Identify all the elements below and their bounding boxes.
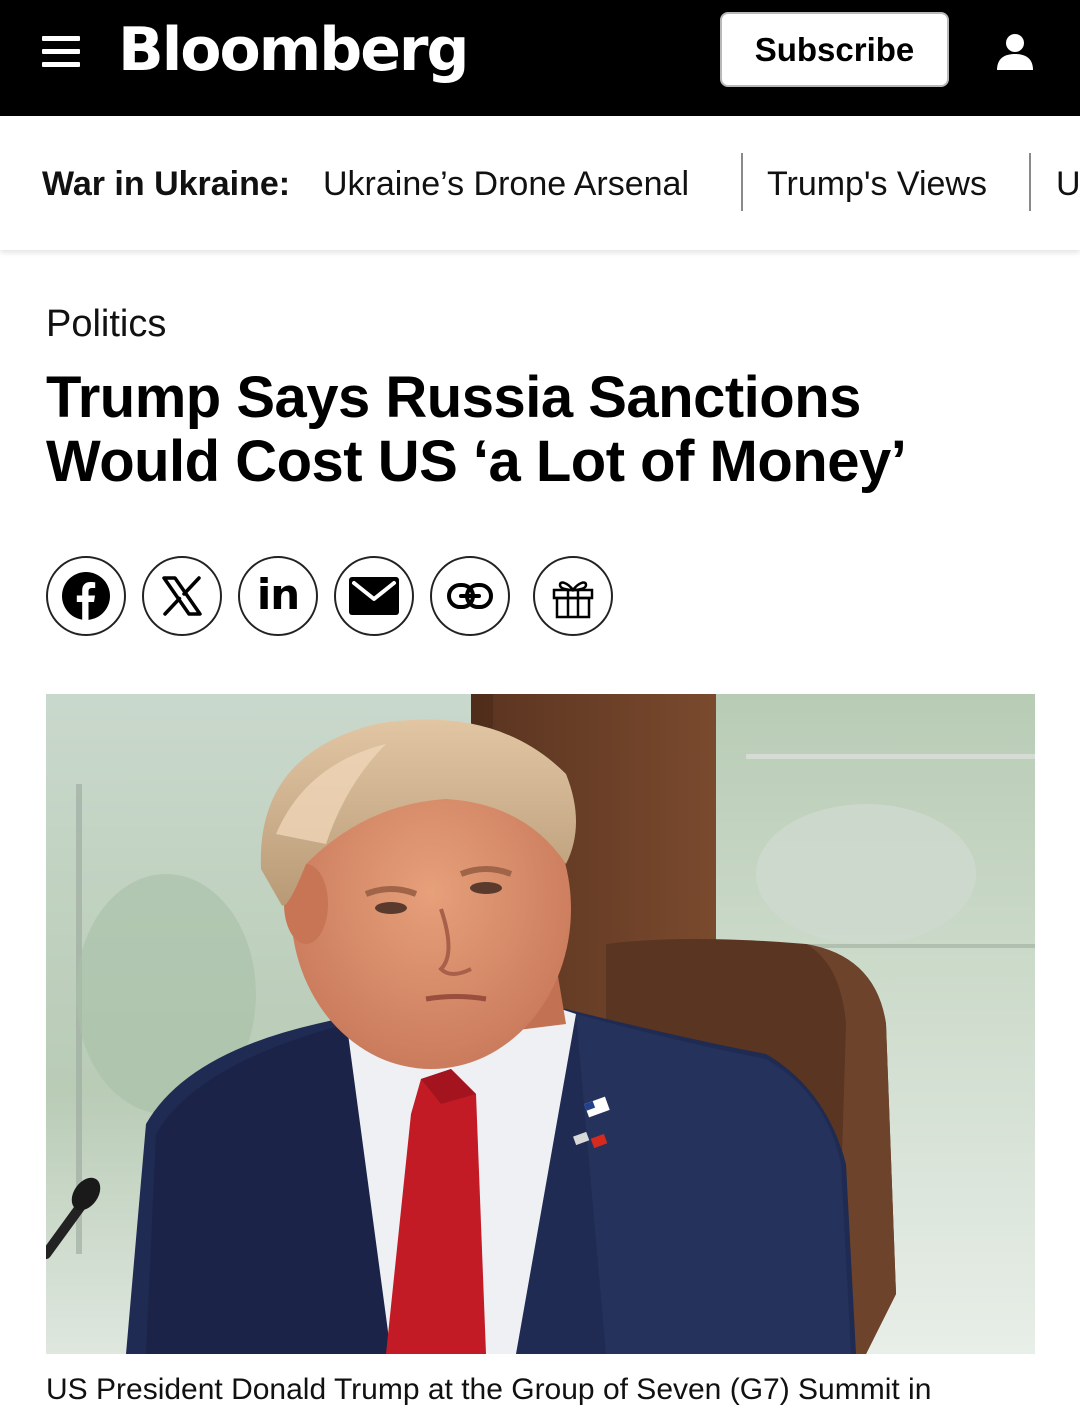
mail-icon: [349, 577, 399, 615]
link-icon: [447, 583, 493, 609]
section-label[interactable]: Politics: [46, 302, 166, 346]
user-icon[interactable]: [994, 30, 1036, 72]
topic-nav-strip: War in Ukraine: Ukraine’s Drone Arsenal …: [0, 116, 1080, 250]
topic-link-truncated[interactable]: U: [1056, 164, 1080, 204]
topic-link-drone-arsenal[interactable]: Ukraine’s Drone Arsenal: [323, 164, 689, 204]
hamburger-menu-icon[interactable]: [42, 34, 80, 68]
bloomberg-logo[interactable]: Bloomberg: [118, 14, 469, 86]
topic-link-trumps-views[interactable]: Trump's Views: [767, 164, 987, 204]
article-photo: [46, 694, 1035, 1354]
topic-lead-label: War in Ukraine:: [42, 165, 291, 203]
share-gift-button[interactable]: [533, 556, 613, 636]
headline-line-1: Trump Says Russia Sanctions: [46, 365, 861, 430]
x-icon: [162, 576, 202, 616]
article-headline: Trump Says Russia Sanctions Would Cost U…: [46, 366, 1046, 494]
topic-divider: [741, 153, 743, 211]
caption-line-1: US President Donald Trump at the Group o…: [46, 1373, 932, 1406]
share-linkedin-button[interactable]: in: [238, 556, 318, 636]
top-nav-bar: Bloomberg Subscribe: [0, 0, 1080, 116]
linkedin-icon: in: [256, 569, 300, 619]
share-x-button[interactable]: [142, 556, 222, 636]
share-email-button[interactable]: [334, 556, 414, 636]
share-copy-link-button[interactable]: [430, 556, 510, 636]
gift-icon: [552, 581, 594, 619]
topic-divider: [1029, 153, 1031, 211]
headline-line-2: Would Cost US ‘a Lot of Money’: [46, 429, 907, 494]
photo-caption: US President Donald Trump at the Group o…: [46, 1370, 1046, 1410]
share-facebook-button[interactable]: [46, 556, 126, 636]
facebook-icon: [62, 572, 110, 620]
subscribe-button[interactable]: Subscribe: [720, 12, 949, 87]
